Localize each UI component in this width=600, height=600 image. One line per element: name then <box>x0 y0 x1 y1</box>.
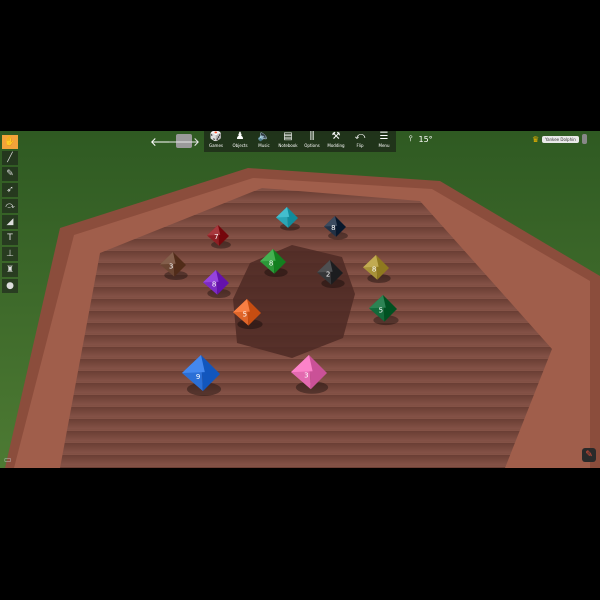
pin-icon: ♜ <box>5 265 15 275</box>
color-tool[interactable]: ● <box>2 279 18 293</box>
menu-flip-button[interactable]: ⤺ Flip <box>348 131 372 152</box>
menu-label: Options <box>304 143 320 148</box>
die-number: 3 <box>304 372 308 380</box>
crown-icon: ♛ <box>532 134 540 144</box>
forward-button[interactable]: 🡒 <box>168 134 200 149</box>
game-table-scene[interactable]: 8 7 3 8 2 8 8 5 5 9 3 <box>0 131 600 468</box>
color-icon: ● <box>6 281 14 291</box>
pencil-icon: ✎ <box>585 450 593 460</box>
die-number: 8 <box>331 224 335 232</box>
flick-icon: ➶ <box>6 185 14 195</box>
die-number: 8 <box>269 259 273 267</box>
options-icon: ⫼ <box>309 131 315 142</box>
ruler-tool[interactable]: ◢ <box>2 215 18 229</box>
menu-games-button[interactable]: 🎲 Games <box>204 131 228 152</box>
fov-control[interactable]: ⫯ 15° <box>409 134 433 144</box>
zoom-icon: ⤼ <box>5 201 15 211</box>
gizmo-icon: ⊥ <box>6 249 14 259</box>
player-name-tag[interactable]: Yankee Dolphin <box>542 135 579 143</box>
arrow-right-icon: 🡒 <box>167 134 201 149</box>
menu-label: Games <box>209 143 223 148</box>
hammer-icon: ⚒ <box>331 131 341 142</box>
hamburger-icon: ☰ <box>379 131 389 142</box>
menu-label: Music <box>258 143 270 148</box>
objects-icon: ♟ <box>235 131 245 142</box>
die-number: 2 <box>326 270 330 278</box>
pencil-button[interactable]: ✎ <box>582 448 596 462</box>
player-list-handle[interactable] <box>581 134 587 144</box>
die-number: 7 <box>214 233 218 241</box>
menu-objects-button[interactable]: ♟ Objects <box>228 131 252 152</box>
zoom-tool[interactable]: ⤼ <box>2 199 18 213</box>
ruler-icon: ◢ <box>6 217 14 227</box>
pin-tool[interactable]: ♜ <box>2 263 18 277</box>
menu-music-button[interactable]: 🔈 Music <box>252 131 276 152</box>
line-tool[interactable]: ╱ <box>2 151 18 165</box>
history-nav: 🡐 🡒 <box>150 131 200 151</box>
player-list: ♛ Yankee Dolphin <box>532 134 587 144</box>
die-number: 8 <box>372 265 376 273</box>
die-number: 5 <box>243 311 247 319</box>
die-number: 9 <box>196 373 200 381</box>
menu-label: Objects <box>232 143 248 148</box>
grab-icon: ✋ <box>4 137 16 147</box>
top-menu: 🎲 Games ♟ Objects 🔈 Music ▤ Notebook ⫼ Options ⚒ Mo… <box>204 131 396 152</box>
notebook-icon: ▤ <box>283 131 293 142</box>
die-number: 5 <box>379 307 383 315</box>
tool-bar: ✋ ╱ ✎ ➶ ⤼ ◢ T ⊥ ♜ ● <box>2 135 18 293</box>
menu-options-button[interactable]: ⫼ Options <box>300 131 324 152</box>
menu-modding-button[interactable]: ⚒ Modding <box>324 131 348 152</box>
menu-notebook-button[interactable]: ▤ Notebook <box>276 131 300 152</box>
game-viewport[interactable]: 87382885593 🡐 🡒 🎲 Games ♟ Objects 🔈 Music ▤ Not… <box>0 131 600 468</box>
speaker-icon: 🔈 <box>257 131 271 142</box>
menu-label: Modding <box>327 143 345 148</box>
text-icon: T <box>7 233 13 243</box>
games-icon: 🎲 <box>209 131 223 142</box>
flip-icon: ⤺ <box>354 131 366 142</box>
line-icon: ╱ <box>7 153 13 163</box>
text-tool[interactable]: T <box>2 231 18 245</box>
fov-value: 15° <box>418 134 433 144</box>
draw-tool[interactable]: ✎ <box>2 167 18 181</box>
grab-tool[interactable]: ✋ <box>2 135 18 149</box>
menu-label: Notebook <box>278 143 298 148</box>
draw-icon: ✎ <box>6 169 14 179</box>
menu-label: Menu <box>378 143 390 148</box>
menu-menu-button[interactable]: ☰ Menu <box>372 131 396 152</box>
gizmo-tool[interactable]: ⊥ <box>2 247 18 261</box>
figure-icon: ⫯ <box>409 134 413 143</box>
die-number: 8 <box>212 280 216 288</box>
chat-icon[interactable]: ▭ <box>4 455 12 464</box>
flick-tool[interactable]: ➶ <box>2 183 18 197</box>
menu-label: Flip <box>356 143 364 148</box>
die-number: 3 <box>169 262 173 270</box>
